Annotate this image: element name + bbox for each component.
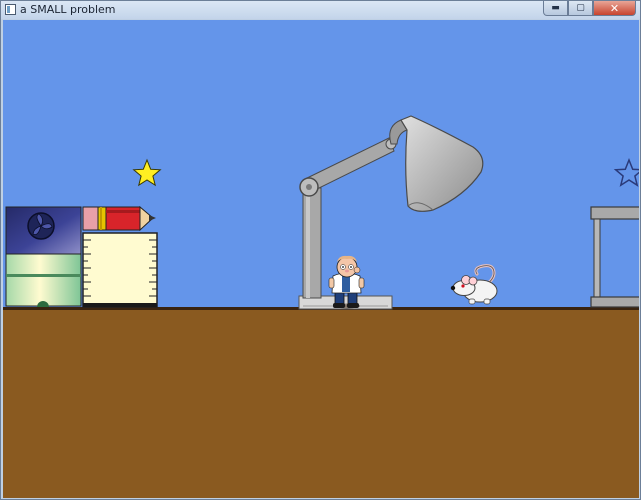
game-canvas[interactable] [3,20,639,498]
title-bar[interactable]: a SMALL problem ▬ ▢ ✕ [1,1,640,19]
minimize-button[interactable]: ▬ [543,1,568,16]
close-button[interactable]: ✕ [593,1,636,16]
desk-floor [3,308,639,498]
ruler [82,232,158,308]
app-icon [5,4,16,15]
game-window: a SMALL problem ▬ ▢ ✕ [0,0,641,500]
storage-box [5,206,82,307]
maximize-button[interactable]: ▢ [568,1,593,16]
window-controls: ▬ ▢ ✕ [543,1,636,17]
window-title: a SMALL problem [20,3,116,16]
